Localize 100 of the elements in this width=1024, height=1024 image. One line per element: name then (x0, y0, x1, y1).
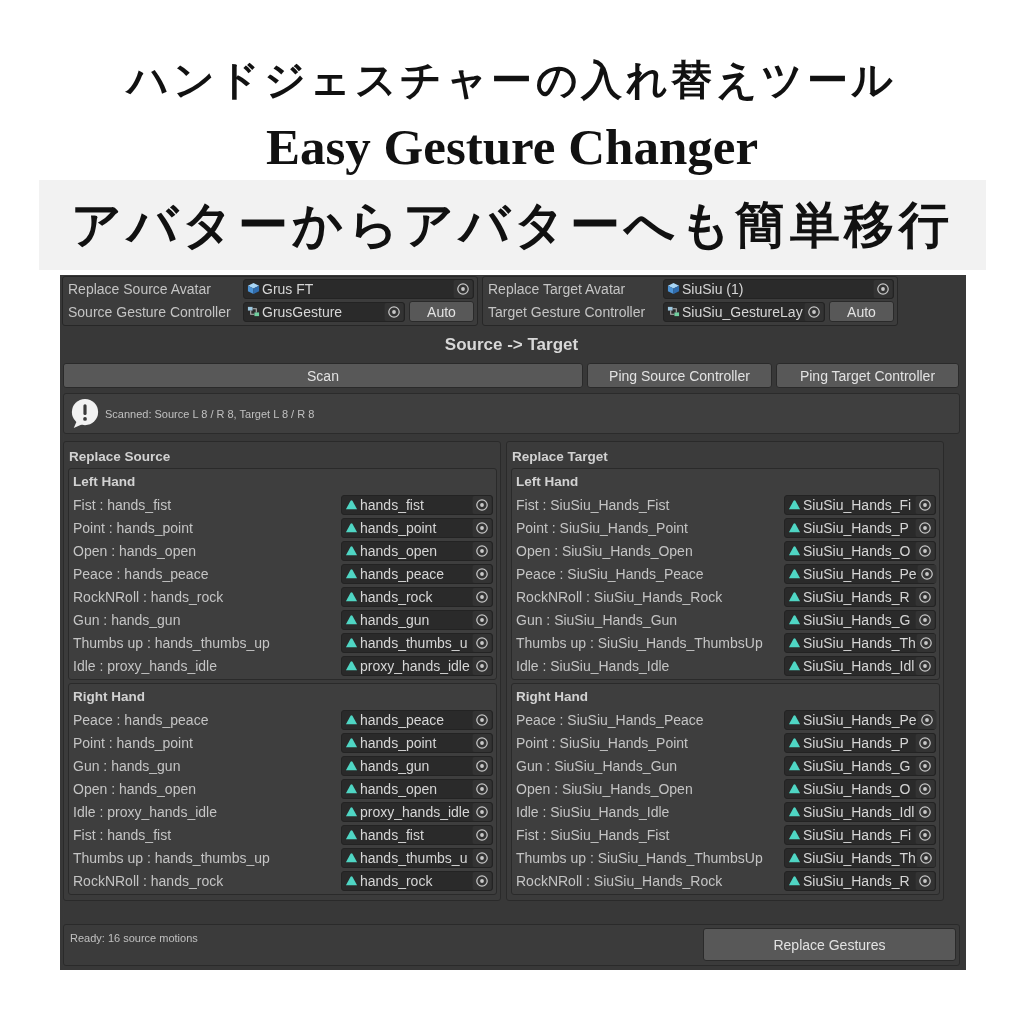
clip-field[interactable]: SiuSiu_Hands_O (784, 540, 936, 561)
clip-field[interactable]: hands_peace (341, 563, 493, 584)
clip-field[interactable]: hands_rock (341, 586, 493, 607)
picker-icon[interactable] (873, 279, 893, 298)
controller-field[interactable]: SiuSiu_GestureLay (663, 301, 825, 322)
clip-field[interactable]: hands_open (341, 540, 493, 561)
clip-field[interactable]: hands_gun (341, 609, 493, 630)
clip-field[interactable]: hands_peace (341, 709, 493, 730)
replace-gestures-button[interactable]: Replace Gestures (703, 928, 956, 961)
gesture-label: Fist : SiuSiu_Hands_Fist (516, 826, 670, 843)
clip-field[interactable]: hands_fist (341, 824, 493, 845)
picker-icon[interactable] (453, 279, 473, 298)
node-graph-icon (667, 305, 680, 318)
avatar-field[interactable]: Grus FT (243, 278, 474, 299)
auto-button[interactable]: Auto (409, 301, 474, 322)
picker-icon[interactable] (472, 825, 492, 844)
clip-field[interactable]: SiuSiu_Hands_Th (784, 847, 936, 868)
picker-icon[interactable] (384, 302, 404, 321)
clip-field[interactable]: SiuSiu_Hands_P (784, 732, 936, 753)
page-title: ハンドジェスチャーの入れ替えツール (127, 56, 897, 105)
clip-field[interactable]: hands_rock (341, 870, 493, 891)
column-title: Replace Source (69, 448, 171, 464)
picker-icon[interactable] (472, 564, 492, 583)
picker-icon[interactable] (472, 541, 492, 560)
clip-field[interactable]: SiuSiu_Hands_Pe (784, 563, 936, 584)
action-button[interactable]: Ping Target Controller (776, 363, 959, 388)
picker-icon[interactable] (915, 633, 936, 652)
clip-field[interactable]: hands_open (341, 778, 493, 799)
picker-icon[interactable] (472, 610, 492, 629)
triangle-icon (345, 713, 358, 726)
clip-field[interactable]: hands_thumbs_u (341, 847, 493, 868)
picker-icon[interactable] (472, 495, 492, 514)
picker-icon[interactable] (915, 825, 935, 844)
clip-field[interactable]: SiuSiu_Hands_Fi (784, 494, 936, 515)
clip-field[interactable]: hands_thumbs_u (341, 632, 493, 653)
picker-icon[interactable] (915, 779, 935, 798)
clip-field[interactable]: SiuSiu_Hands_Fi (784, 824, 936, 845)
triangle-icon (345, 851, 358, 864)
gesture-label: Point : hands_point (73, 734, 193, 751)
clip-field[interactable]: SiuSiu_Hands_G (784, 609, 936, 630)
clip-field[interactable]: hands_gun (341, 755, 493, 776)
picker-icon[interactable] (915, 541, 935, 560)
picker-icon[interactable] (472, 633, 492, 652)
picker-icon[interactable] (915, 518, 935, 537)
field-label: Target Gesture Controller (488, 303, 647, 320)
picker-icon[interactable] (915, 848, 936, 867)
group-title: Left Hand (516, 473, 579, 489)
picker-icon[interactable] (915, 587, 935, 606)
picker-icon[interactable] (472, 871, 492, 890)
picker-icon[interactable] (472, 848, 492, 867)
gesture-label: Point : hands_point (73, 519, 193, 536)
action-button[interactable]: Scan (63, 363, 583, 388)
picker-icon[interactable] (472, 518, 492, 537)
clip-field[interactable]: SiuSiu_Hands_O (784, 778, 936, 799)
picker-icon[interactable] (472, 756, 492, 775)
clip-field[interactable]: SiuSiu_Hands_Idl (784, 655, 936, 676)
picker-icon[interactable] (915, 871, 935, 890)
action-button[interactable]: Ping Source Controller (587, 363, 772, 388)
gesture-label: Gun : SiuSiu_Hands_Gun (516, 611, 678, 628)
picker-icon[interactable] (472, 656, 492, 675)
triangle-icon (788, 521, 801, 534)
clip-field[interactable]: SiuSiu_Hands_P (784, 517, 936, 538)
clip-field[interactable]: hands_point (341, 732, 493, 753)
controller-field[interactable]: GrusGesture (243, 301, 405, 322)
picker-icon[interactable] (915, 495, 935, 514)
triangle-icon (345, 736, 358, 749)
picker-icon[interactable] (915, 756, 935, 775)
clip-field[interactable]: SiuSiu_Hands_G (784, 755, 936, 776)
clip-field[interactable]: hands_fist (341, 494, 493, 515)
triangle-icon (345, 782, 358, 795)
triangle-icon (788, 736, 801, 749)
clip-field[interactable]: hands_point (341, 517, 493, 538)
clip-field[interactable]: SiuSiu_Hands_Th (784, 632, 936, 653)
picker-icon[interactable] (472, 587, 492, 606)
picker-icon[interactable] (916, 710, 937, 729)
gesture-label: Peace : hands_peace (73, 565, 209, 582)
picker-icon[interactable] (915, 610, 935, 629)
picker-icon[interactable] (915, 733, 935, 752)
picker-icon[interactable] (472, 733, 492, 752)
triangle-icon (788, 851, 801, 864)
clip-field[interactable]: SiuSiu_Hands_R (784, 870, 936, 891)
triangle-icon (788, 713, 801, 726)
picker-icon[interactable] (472, 779, 492, 798)
picker-icon[interactable] (472, 802, 492, 821)
picker-icon[interactable] (915, 656, 935, 675)
gesture-label: Open : SiuSiu_Hands_Open (516, 780, 693, 797)
clip-field[interactable]: proxy_hands_idle (341, 801, 493, 822)
picker-icon[interactable] (916, 564, 937, 583)
picker-icon[interactable] (804, 302, 824, 321)
clip-field[interactable]: SiuSiu_Hands_Pe (784, 709, 936, 730)
picker-icon[interactable] (915, 802, 935, 821)
triangle-icon (788, 759, 801, 772)
clip-field[interactable]: SiuSiu_Hands_R (784, 586, 936, 607)
clip-field[interactable]: proxy_hands_idle (341, 655, 493, 676)
auto-button[interactable]: Auto (829, 301, 894, 322)
avatar-field[interactable]: SiuSiu (1) (663, 278, 894, 299)
picker-icon[interactable] (472, 710, 492, 729)
clip-field[interactable]: SiuSiu_Hands_Idl (784, 801, 936, 822)
gesture-label: Point : SiuSiu_Hands_Point (516, 734, 688, 751)
field-label: Replace Target Avatar (488, 280, 627, 297)
